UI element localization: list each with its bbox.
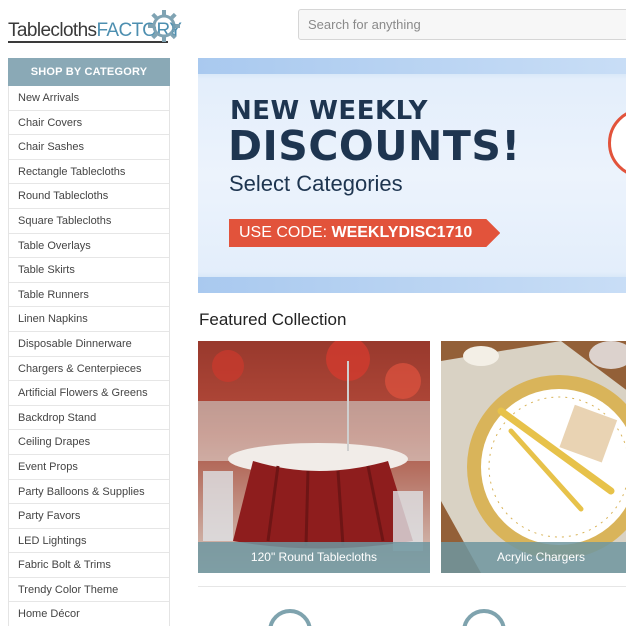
sidebar-item-chargers-centerpieces[interactable]: Chargers & Centerpieces — [9, 357, 169, 382]
logo-underline — [8, 41, 168, 43]
banner-subheadline: Select Categories — [229, 171, 403, 196]
card-caption: 120" Round Tablecloths — [198, 542, 430, 573]
sidebar-item-backdrop-stand[interactable]: Backdrop Stand — [9, 406, 169, 431]
card-caption: Acrylic Chargers — [441, 542, 626, 573]
sidebar-item-party-favors[interactable]: Party Favors — [9, 504, 169, 529]
sidebar-item-event-props[interactable]: Event Props — [9, 455, 169, 480]
sidebar-item-table-skirts[interactable]: Table Skirts — [9, 258, 169, 283]
sidebar-item-chair-sashes[interactable]: Chair Sashes — [9, 135, 169, 160]
category-list: New Arrivals Chair Covers Chair Sashes R… — [8, 86, 170, 626]
banner-badge-circle — [608, 108, 626, 178]
sidebar-item-new-arrivals[interactable]: New Arrivals — [9, 86, 169, 111]
sidebar-item-fabric-bolt[interactable]: Fabric Bolt & Trims — [9, 553, 169, 578]
sidebar-item-led-lightings[interactable]: LED Lightings — [9, 529, 169, 554]
promo-code-tag: USE CODE: WEEKLYDISC1710 — [229, 219, 500, 247]
sidebar-item-table-runners[interactable]: Table Runners — [9, 283, 169, 308]
promo-banner[interactable]: NEW WEEKLY DISCOUNTS! Select Categories … — [198, 58, 626, 293]
logo-suffix: .com — [171, 23, 178, 37]
sidebar-item-disposable-dinnerware[interactable]: Disposable Dinnerware — [9, 332, 169, 357]
sidebar-item-party-balloons[interactable]: Party Balloons & Supplies — [9, 480, 169, 505]
sidebar-item-round-tablecloths[interactable]: Round Tablecloths — [9, 184, 169, 209]
search-input[interactable] — [299, 10, 626, 39]
category-sidebar: SHOP BY CATEGORY New Arrivals Chair Cove… — [8, 58, 170, 626]
featured-title: Featured Collection — [199, 310, 347, 329]
feature-badge-icon — [268, 609, 312, 626]
sidebar-item-chair-covers[interactable]: Chair Covers — [9, 111, 169, 136]
promo-code-value: WEEKLYDISC1710 — [331, 224, 473, 241]
sidebar-item-artificial-flowers[interactable]: Artificial Flowers & Greens — [9, 381, 169, 406]
promo-code-label: USE CODE: — [239, 224, 328, 241]
acrylic-charger-photo — [441, 341, 626, 573]
sidebar-item-linen-napkins[interactable]: Linen Napkins — [9, 307, 169, 332]
logo-part1: Tablecloths — [8, 20, 97, 41]
site-logo[interactable]: TableclothsFACTORY .com — [8, 8, 182, 44]
section-divider — [198, 586, 626, 587]
sidebar-title: SHOP BY CATEGORY — [8, 58, 170, 86]
sidebar-item-table-overlays[interactable]: Table Overlays — [9, 234, 169, 259]
round-tablecloth-photo — [198, 341, 430, 573]
search-box[interactable] — [298, 9, 626, 40]
banner-headline-2: DISCOUNTS! — [228, 122, 521, 170]
sidebar-item-trendy-color[interactable]: Trendy Color Theme — [9, 578, 169, 603]
sidebar-item-rectangle-tablecloths[interactable]: Rectangle Tablecloths — [9, 160, 169, 185]
banner-bottom-strip — [198, 277, 626, 293]
sidebar-item-square-tablecloths[interactable]: Square Tablecloths — [9, 209, 169, 234]
featured-card-round-tablecloths[interactable]: 120" Round Tablecloths — [198, 341, 430, 573]
feature-badge-icon — [462, 609, 506, 626]
sidebar-item-ceiling-drapes[interactable]: Ceiling Drapes — [9, 430, 169, 455]
sidebar-item-home-decor[interactable]: Home Décor — [9, 602, 169, 626]
featured-card-acrylic-chargers[interactable]: Acrylic Chargers — [441, 341, 626, 573]
banner-top-strip — [198, 58, 626, 74]
